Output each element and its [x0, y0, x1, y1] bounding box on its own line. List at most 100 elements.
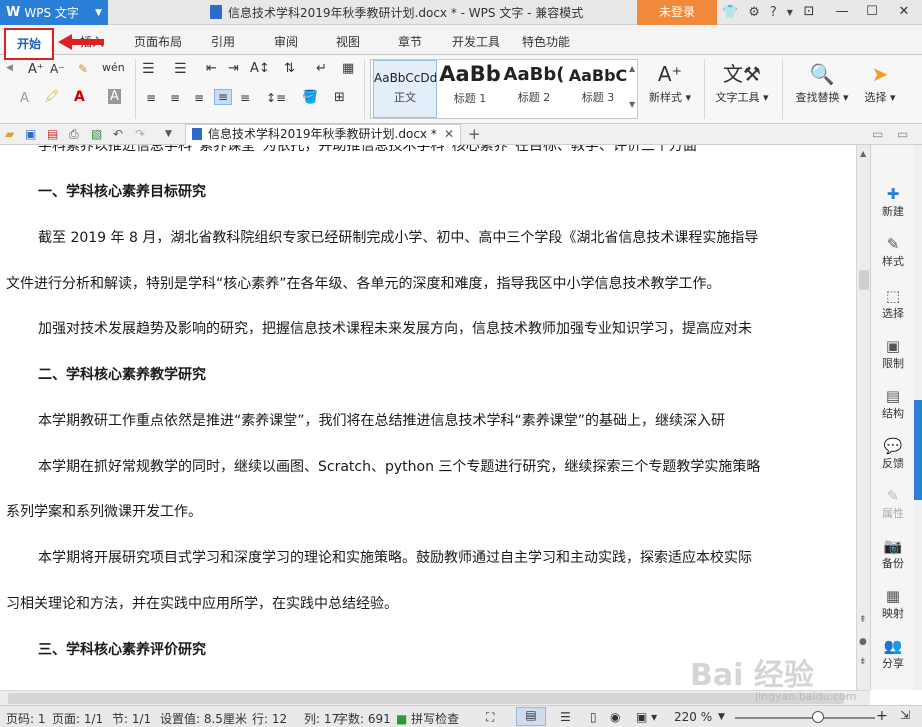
font-shrink-icon[interactable]: A⁻	[50, 62, 65, 76]
tab-developer[interactable]: 开发工具	[452, 33, 500, 50]
zoom-level[interactable]: 220 %	[674, 710, 712, 724]
style-heading-1[interactable]: AaBb 标题 1	[439, 60, 501, 118]
justify-icon[interactable]: ≡	[214, 89, 233, 105]
style-heading-3[interactable]: AaBbC 标题 3	[567, 60, 629, 118]
align-left-icon[interactable]: ≡	[146, 91, 156, 105]
read-view-icon[interactable]: ▯	[590, 710, 597, 724]
tab-special[interactable]: 特色功能	[522, 33, 570, 50]
export-pdf-icon[interactable]: ▤	[47, 127, 58, 141]
restore-ribbon-icon[interactable]: ⊡	[795, 0, 823, 25]
select-button[interactable]: ➤ 选择 ▾	[858, 59, 902, 105]
status-word-count[interactable]: 字数: 691	[336, 710, 391, 727]
show-marks-icon[interactable]: ↵	[316, 61, 327, 76]
prev-page-icon[interactable]: ⇞	[859, 615, 867, 625]
skin-icon[interactable]: 👕	[722, 5, 738, 20]
scrollbar-thumb[interactable]	[859, 270, 869, 290]
sidebar-share[interactable]: 👥 分享	[871, 637, 915, 671]
table-icon[interactable]: ▦	[342, 61, 354, 76]
protect-view-icon[interactable]: ▣ ▾	[636, 710, 657, 724]
save-icon[interactable]: ▣	[25, 127, 36, 141]
tab-view[interactable]: 视图	[336, 33, 360, 50]
tab-menu-icon[interactable]: ▭	[897, 127, 908, 141]
pane-collapse-strip[interactable]	[914, 145, 922, 690]
char-scale-icon[interactable]: A↕	[250, 61, 270, 76]
customize-dropdown-icon[interactable]: ▼	[165, 129, 172, 139]
sidebar-properties[interactable]: ✎ 属性	[871, 487, 915, 521]
sidebar-style[interactable]: ✎ 样式	[871, 235, 915, 269]
maximize-button[interactable]: ☐	[858, 0, 886, 25]
login-button[interactable]: 未登录	[637, 0, 717, 25]
style-heading-2[interactable]: AaBb( 标题 2	[503, 60, 565, 118]
zoom-fit-icon[interactable]: ⇲	[900, 708, 910, 722]
zoom-dropdown-icon[interactable]: ▼	[718, 712, 725, 722]
style-scroll-down-icon[interactable]: ▼	[629, 100, 635, 109]
font-color-icon[interactable]: A	[74, 89, 85, 105]
font-grow-icon[interactable]: A⁺	[28, 62, 44, 77]
close-button[interactable]: ✕	[890, 0, 918, 25]
align-right-icon[interactable]: ≡	[194, 91, 204, 105]
hscroll-thumb[interactable]	[8, 693, 844, 704]
spell-check-toggle[interactable]: ■ 拼写检查	[396, 710, 459, 727]
text-effect-icon[interactable]: A	[20, 91, 29, 106]
help-icon[interactable]: ?	[770, 5, 777, 20]
next-page-icon[interactable]: ⇟	[859, 657, 867, 667]
clear-format-icon[interactable]: ✎	[78, 62, 88, 76]
vertical-scrollbar[interactable]: ▲ ⇞ ● ⇟	[856, 145, 870, 690]
zoom-slider-knob[interactable]	[812, 711, 824, 723]
style-scroll-up-icon[interactable]: ▲	[629, 64, 635, 73]
print-icon[interactable]: ⎙	[69, 127, 79, 142]
scroll-up-icon[interactable]: ▲	[860, 149, 866, 158]
outline-view-icon[interactable]: ☰	[560, 710, 571, 724]
web-view-icon[interactable]: ◉	[610, 710, 620, 724]
sidebar-mapping[interactable]: ▦ 映射	[871, 587, 915, 621]
document-area[interactable]: 学科素养以推进信息学科“素养课堂”为依托，并助推信息技术学科“核心素养”在目标、…	[0, 145, 856, 690]
page-view-icon[interactable]: ▤	[516, 707, 546, 726]
decrease-indent-icon[interactable]: ⇤	[206, 61, 217, 76]
distribute-icon[interactable]: ≡	[240, 91, 250, 105]
tab-chapter[interactable]: 章节	[398, 33, 422, 50]
tab-references[interactable]: 引用	[211, 33, 235, 50]
paragraph-shading-icon[interactable]: 🪣	[302, 90, 318, 105]
sidebar-backup[interactable]: 📷 备份	[871, 537, 915, 571]
tab-review[interactable]: 审阅	[274, 33, 298, 50]
numbered-list-icon[interactable]: ☰	[174, 61, 187, 77]
sidebar-select[interactable]: ⬚ 选择	[871, 287, 915, 321]
redo-icon[interactable]: ↷	[135, 127, 145, 141]
app-menu-button[interactable]: W WPS 文字 ▼	[0, 0, 108, 25]
increase-indent-icon[interactable]: ⇥	[228, 61, 239, 76]
text-tool-button[interactable]: 文⚒ 文字工具 ▾	[712, 59, 772, 105]
pinyin-icon[interactable]: wén	[102, 61, 125, 74]
bullet-list-icon[interactable]: ☰	[142, 61, 155, 77]
open-folder-icon[interactable]: ▰	[5, 127, 14, 141]
pane-toggle-handle[interactable]	[914, 400, 922, 500]
zoom-slider-track[interactable]	[735, 717, 875, 719]
style-normal[interactable]: AaBbCcDd 正文	[373, 60, 437, 118]
zoom-in-icon[interactable]: +	[876, 708, 888, 724]
fullscreen-icon[interactable]: ⛶	[486, 710, 494, 725]
sidebar-restrict[interactable]: ▣ 限制	[871, 337, 915, 371]
minimize-button[interactable]: —	[828, 0, 856, 25]
char-shading-icon[interactable]: A	[108, 89, 121, 104]
new-style-button[interactable]: A⁺ 新样式 ▾	[646, 59, 694, 105]
sort-icon[interactable]: ⇅	[284, 61, 295, 76]
sidebar-new[interactable]: ✚ 新建	[871, 185, 915, 219]
close-tab-icon[interactable]: ✕	[444, 125, 454, 144]
settings-icon[interactable]: ⚙	[748, 5, 760, 20]
select-browse-icon[interactable]: ●	[859, 637, 867, 647]
new-tab-icon[interactable]: +	[468, 125, 481, 143]
tab-page-layout[interactable]: 页面布局	[134, 33, 182, 50]
highlight-icon[interactable]: 🖍	[44, 89, 59, 103]
find-replace-button[interactable]: 🔍 查找替换 ▾	[790, 59, 854, 105]
ribbon-left-arrow-icon[interactable]: ◀	[6, 63, 13, 73]
document-tab[interactable]: 信息技术学科2019年秋季教研计划.docx * ✕	[185, 124, 461, 145]
help-dropdown-icon[interactable]: ▼	[787, 8, 793, 17]
line-spacing-icon[interactable]: ↕≡	[266, 91, 286, 105]
tab-list-icon[interactable]: ▭	[872, 127, 883, 141]
sidebar-structure[interactable]: ▤ 结构	[871, 387, 915, 421]
print-preview-icon[interactable]: ▧	[91, 127, 102, 141]
borders-icon[interactable]: ⊞	[334, 90, 345, 105]
tab-home[interactable]: 开始	[4, 28, 54, 60]
undo-icon[interactable]: ↶	[113, 127, 123, 141]
align-center-icon[interactable]: ≡	[170, 91, 180, 105]
sidebar-feedback[interactable]: 💬 反馈	[871, 437, 915, 471]
